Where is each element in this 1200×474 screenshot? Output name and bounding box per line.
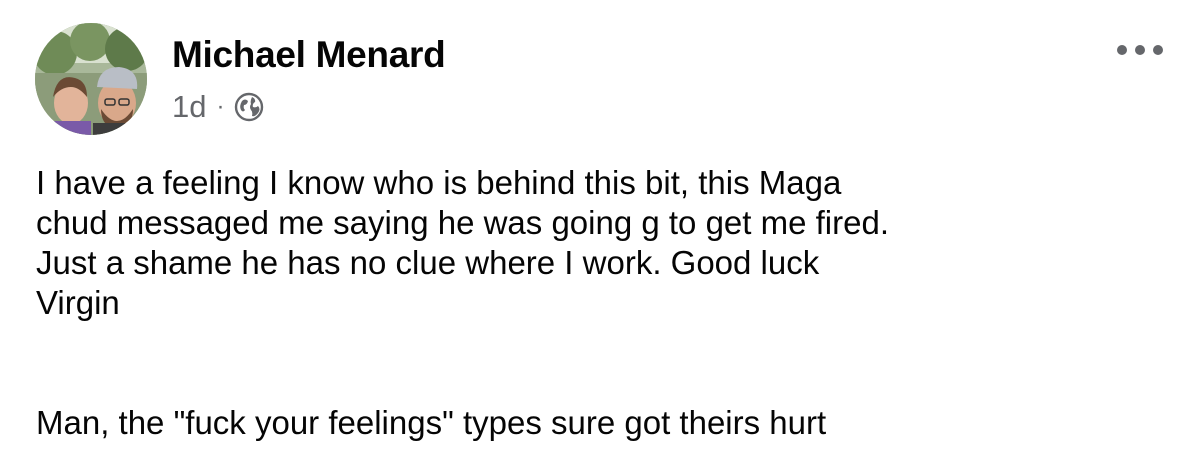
globe-icon[interactable] xyxy=(234,92,264,122)
more-options-icon xyxy=(1117,45,1163,55)
post-paragraph: Man, the "fuck your feelings" types sure… xyxy=(36,404,827,441)
post-meta: 1d · xyxy=(172,88,264,126)
author-name[interactable]: Michael Menard xyxy=(172,33,446,77)
author-avatar[interactable] xyxy=(35,23,147,135)
post-body: I have a feeling I know who is behind th… xyxy=(36,163,1176,443)
avatar-photo xyxy=(35,23,147,135)
more-options-button[interactable] xyxy=(1112,36,1168,64)
meta-separator: · xyxy=(216,93,225,120)
facebook-post: Michael Menard 1d · I have a feeling I k… xyxy=(0,0,1200,474)
post-timestamp[interactable]: 1d xyxy=(172,88,206,126)
post-paragraph: I have a feeling I know who is behind th… xyxy=(36,164,889,321)
